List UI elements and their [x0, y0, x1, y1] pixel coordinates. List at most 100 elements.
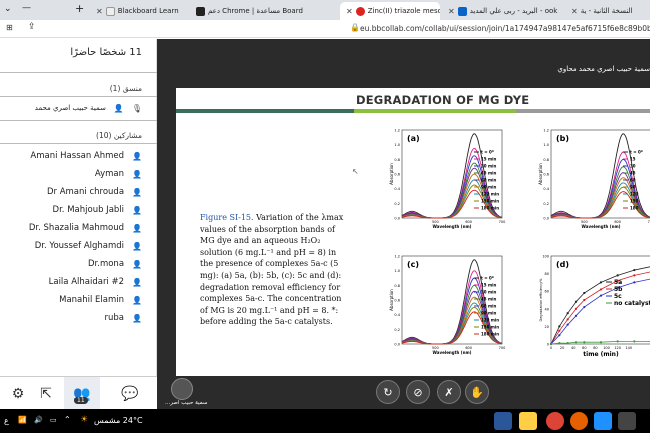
y-tick-label: 40: [545, 307, 549, 311]
y-axis-label: Absorption: [538, 163, 543, 185]
data-point: [633, 340, 636, 343]
minimize-icon[interactable]: —: [22, 3, 31, 13]
legend-label: 150: [630, 199, 639, 204]
data-point: [599, 341, 603, 344]
mic-off-icon[interactable]: ✗: [437, 380, 461, 404]
new-tab-icon[interactable]: +: [75, 2, 84, 15]
y-tick-label: 0.8: [394, 158, 400, 162]
legend-label: 30 min: [481, 164, 496, 169]
lock-icon[interactable]: 🔒: [350, 23, 360, 32]
data-point: [583, 291, 586, 295]
participant-row[interactable]: 👤 Dr.mona: [0, 254, 156, 274]
share-icon[interactable]: ⇪: [28, 22, 36, 32]
tab-active-paper[interactable]: ✕ Zinc(II) triazole meso-ar: [340, 2, 440, 20]
address-bar[interactable]: ⊞ ⇪ eu.bbcollab.com/collab/ui/session/jo…: [0, 20, 650, 38]
y-tick-label: 0.4: [394, 313, 400, 317]
chat-icon[interactable]: 💬: [112, 377, 148, 410]
user-icon: 👤: [132, 277, 142, 287]
close-icon[interactable]: ✕: [96, 7, 103, 16]
moderator-row[interactable]: 🎙 👤 سمية حبيب اصري محمد: [0, 98, 156, 118]
participant-row[interactable]: 👤 Amani Hassan Ahmed: [0, 146, 156, 166]
edge-icon[interactable]: [594, 412, 612, 430]
firefox-icon[interactable]: [570, 412, 588, 430]
moderator-section-header: منسق (1): [109, 84, 142, 93]
x-tick-label: 20: [560, 346, 564, 350]
user-icon: 👤: [132, 151, 142, 161]
participants-badge: 11: [74, 397, 88, 404]
legend-label: 90 min: [481, 185, 496, 190]
participant-name: Dr. Mahjoub Jabli: [52, 205, 125, 215]
data-point: [574, 341, 578, 344]
user-icon: 👤: [132, 295, 142, 305]
avatar[interactable]: [171, 378, 193, 400]
close-icon[interactable]: ✕: [571, 7, 578, 16]
data-point: [599, 288, 603, 291]
participant-row[interactable]: 👤 ruba: [0, 308, 156, 328]
y-tick-label: 0.6: [394, 299, 400, 303]
url-text[interactable]: eu.bbcollab.com/collab/ui/session/join/1…: [360, 24, 650, 33]
camera-off-icon[interactable]: ⊘: [406, 380, 430, 404]
close-icon[interactable]: ✕: [448, 7, 455, 16]
data-point: [558, 342, 561, 345]
extensions-icon[interactable]: ⊞: [6, 23, 13, 32]
self-name: سمية حبيب اصر...: [165, 400, 208, 406]
chrome-icon[interactable]: [546, 412, 564, 430]
participant-name: Ayman: [94, 169, 125, 179]
figure-graphs: (a) Absorption Wavelength (nm) 0.0 0.2 0.4 0.6…: [389, 129, 650, 358]
lang-indicator[interactable]: ع: [4, 416, 9, 425]
file-explorer-icon[interactable]: [519, 412, 537, 430]
data-point: [583, 305, 586, 309]
participant-row[interactable]: 👤 Ayman: [0, 164, 156, 184]
session-controls: سمية حبيب اصر... ↻ ⊘ ✗ ✋: [157, 376, 650, 409]
chevron-up-icon[interactable]: ⌃: [64, 415, 71, 424]
outlook-icon: [457, 6, 467, 16]
participants-count-title: 11 شخصًا حاضرًا: [70, 47, 142, 58]
share-content-icon[interactable]: ⇱: [28, 377, 64, 410]
legend-label: 120 min: [481, 192, 499, 197]
participant-row[interactable]: 👤 Manahil Elamin: [0, 290, 156, 310]
browser-tab-bar: ⌄ — + ✕ Blackboard Learn دعم Chrome | مس…: [0, 0, 650, 20]
participant-name: Dr.mona: [87, 259, 125, 269]
divider: [0, 143, 157, 144]
legend-label: 150 min: [481, 199, 499, 204]
y-tick-label: 1.0: [394, 269, 400, 273]
volume-icon[interactable]: 🔊: [34, 416, 43, 424]
legend-label: 5a: [614, 279, 622, 286]
tab-chrome-help[interactable]: دعم Chrome | مساعدة Board: [192, 2, 340, 20]
weather-text[interactable]: 24°C مشمس: [94, 416, 143, 425]
legend-label: 90 min: [481, 311, 496, 316]
y-tick-label: 0.2: [394, 328, 400, 332]
participant-row[interactable]: 👤 Dr. Mahjoub Jabli: [0, 200, 156, 220]
record-icon: [355, 6, 365, 16]
participant-name: Amani Hassan Ahmed: [30, 151, 125, 161]
participant-row[interactable]: 👤 Dr Amani chrouda: [0, 182, 156, 202]
wifi-icon[interactable]: 📶: [18, 416, 27, 424]
raise-hand-icon[interactable]: ✋: [465, 380, 489, 404]
bb-icon: [196, 6, 205, 16]
participant-name: Dr Amani chrouda: [46, 187, 125, 197]
participant-row[interactable]: 👤 Laila Alhaidari #2: [0, 272, 156, 292]
participant-row[interactable]: 👤 Dr. Shazalia Mahmoud: [0, 218, 156, 238]
task-view-icon[interactable]: [618, 412, 636, 430]
tab-document[interactable]: ✕ النسخة الثانية - ية: [565, 2, 650, 20]
close-icon[interactable]: ✕: [346, 7, 353, 16]
legend-label: 5b: [614, 286, 623, 293]
participants-icon[interactable]: 👥 11: [64, 377, 100, 410]
x-tick-label: 120: [614, 346, 621, 350]
data-point: [566, 342, 569, 345]
legend-label: 60 min: [481, 304, 496, 309]
data-point: [558, 329, 561, 332]
word-icon[interactable]: [494, 412, 512, 430]
x-tick-label: 0: [550, 346, 552, 350]
battery-icon[interactable]: ▭: [50, 416, 57, 424]
tab-blackboard[interactable]: ✕ Blackboard Learn: [90, 2, 190, 20]
status-icon[interactable]: ↻: [376, 380, 400, 404]
panel-label: (a): [407, 134, 420, 143]
user-icon: 👤: [132, 187, 142, 197]
chevron-down-icon[interactable]: ⌄: [4, 4, 12, 14]
tab-outlook[interactable]: ✕ البريد - ربى علي المديد - ook: [442, 2, 562, 20]
y-axis-label: Absorption: [389, 289, 394, 311]
x-tick-label: 500: [581, 220, 588, 224]
legend-label: 15 min: [481, 157, 496, 162]
participant-row[interactable]: 👤 Dr. Youssef Alghamdi: [0, 236, 156, 256]
